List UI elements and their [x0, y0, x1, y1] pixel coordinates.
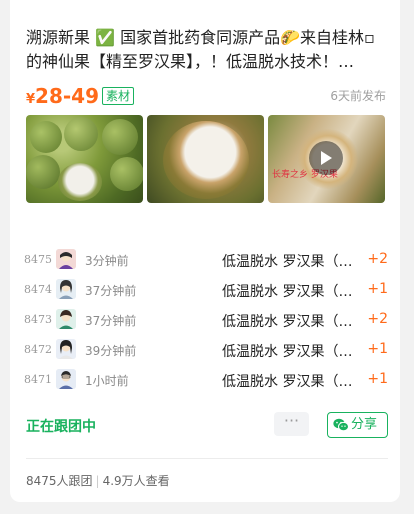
price-range: 28-49: [35, 84, 100, 108]
order-number: 8474: [24, 283, 52, 296]
follower-count: 8475人跟团: [26, 474, 93, 488]
share-label: 分享: [351, 417, 378, 432]
avatar: [56, 339, 76, 359]
divider: [26, 458, 388, 459]
share-button[interactable]: 分享: [327, 412, 388, 438]
price-row: ¥28-49 素材 6天前发布: [26, 84, 386, 108]
play-icon: [321, 151, 332, 165]
order-row[interactable]: 8471 1小时前 低温脱水 罗汉果（… +1: [24, 366, 388, 396]
video-thumbnail[interactable]: 长寿之乡 罗汉果: [268, 115, 385, 203]
view-count: 4.9万人查看: [102, 474, 170, 488]
order-number: 8475: [24, 253, 52, 266]
more-button[interactable]: ···: [274, 412, 309, 436]
order-item: 低温脱水 罗汉果（…: [222, 284, 353, 300]
order-number: 8472: [24, 343, 52, 356]
order-number: 8471: [24, 373, 52, 386]
avatar: [56, 249, 76, 269]
order-time: 3分钟前: [85, 254, 129, 268]
currency-symbol: ¥: [26, 92, 36, 107]
price: ¥28-49: [26, 84, 99, 112]
posted-time: 6天前发布: [330, 89, 386, 103]
stats-footer: 8475人跟团 | 4.9万人查看: [26, 472, 170, 489]
group-buy-card[interactable]: 溯源新果 ✅ 国家首批药食同源产品🌮来自桂林▫的神仙果【精至罗汉果】，！低温脱水…: [10, 0, 400, 502]
order-row[interactable]: 8475 3分钟前 低温脱水 罗汉果（… +2: [24, 246, 388, 276]
separator: |: [95, 474, 100, 488]
order-time: 37分钟前: [85, 314, 137, 328]
order-list: 8475 3分钟前 低温脱水 罗汉果（… +2 8474 37分钟前 低温脱水 …: [24, 246, 388, 396]
group-buy-status: 正在跟团中: [26, 419, 96, 435]
order-quantity: +1: [367, 281, 388, 297]
order-item: 低温脱水 罗汉果（…: [222, 254, 353, 270]
order-item: 低温脱水 罗汉果（…: [222, 314, 353, 330]
order-time: 37分钟前: [85, 284, 137, 298]
avatar: [56, 369, 76, 389]
order-time: 39分钟前: [85, 344, 137, 358]
order-item: 低温脱水 罗汉果（…: [222, 374, 353, 390]
order-quantity: +2: [367, 251, 388, 267]
order-quantity: +1: [367, 341, 388, 357]
order-row[interactable]: 8472 39分钟前 低温脱水 罗汉果（… +1: [24, 336, 388, 366]
material-tag[interactable]: 素材: [102, 87, 135, 105]
avatar: [56, 279, 76, 299]
order-row[interactable]: 8474 37分钟前 低温脱水 罗汉果（… +1: [24, 276, 388, 306]
order-item: 低温脱水 罗汉果（…: [222, 344, 353, 360]
photo-gallery: 长寿之乡 罗汉果: [26, 115, 386, 203]
order-row[interactable]: 8473 37分钟前 低温脱水 罗汉果（… +2: [24, 306, 388, 336]
post-title[interactable]: 溯源新果 ✅ 国家首批药食同源产品🌮来自桂林▫的神仙果【精至罗汉果】，！低温脱水…: [26, 26, 386, 74]
order-time: 1小时前: [85, 374, 129, 388]
photo-luohanguo-pile[interactable]: [26, 115, 143, 203]
play-button[interactable]: [309, 141, 343, 175]
photo-luohanguo-cut[interactable]: [147, 115, 264, 203]
wechat-icon: [333, 418, 349, 432]
order-quantity: +1: [367, 371, 388, 387]
order-quantity: +2: [367, 311, 388, 327]
avatar: [56, 309, 76, 329]
order-number: 8473: [24, 313, 52, 326]
